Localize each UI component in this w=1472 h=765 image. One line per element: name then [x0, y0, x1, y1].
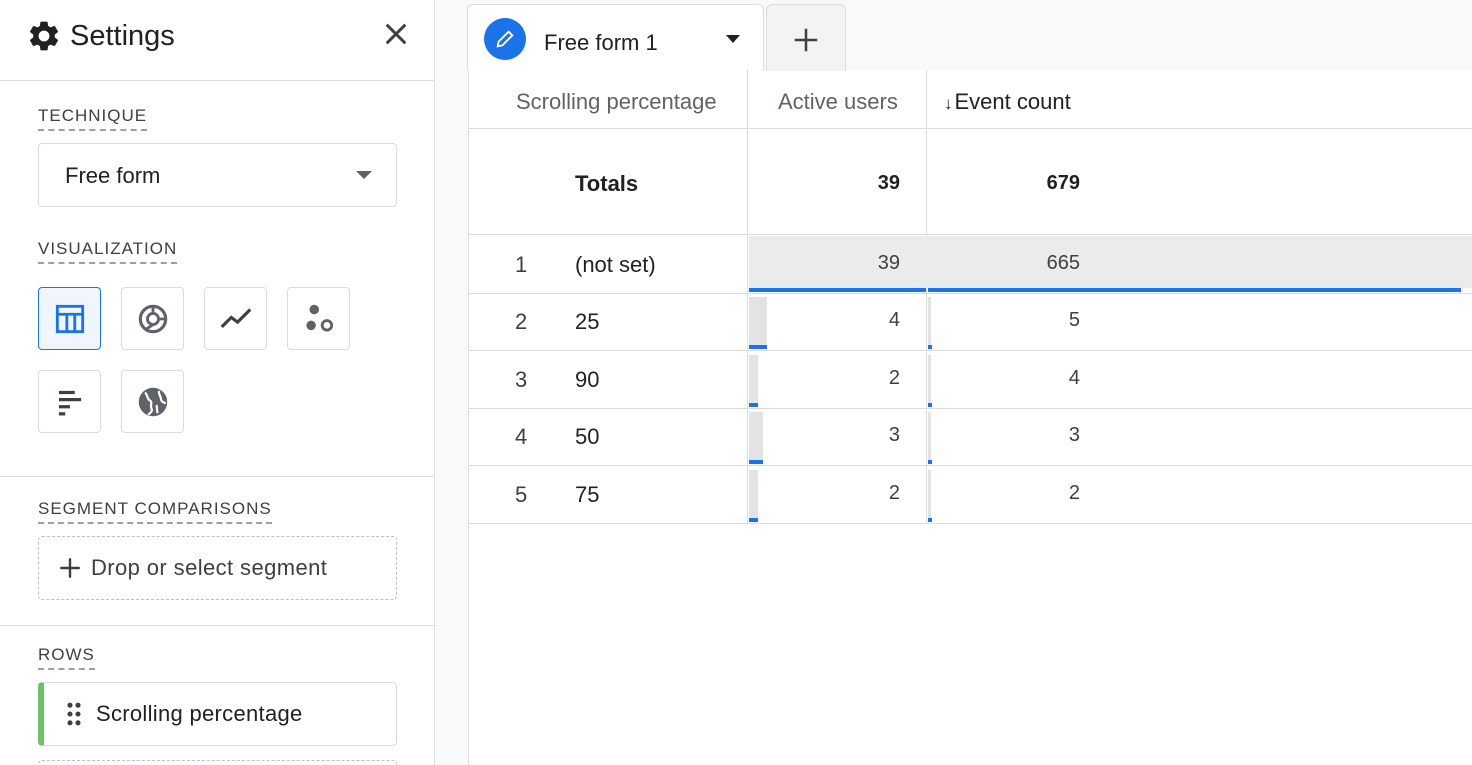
- divider: [0, 476, 434, 477]
- viz-donut-button[interactable]: [121, 287, 184, 350]
- tab-free-form-1[interactable]: Free form 1: [467, 4, 764, 71]
- technique-label: TECHNIQUE: [38, 106, 148, 131]
- settings-title: Settings: [70, 20, 175, 52]
- row-index: 5: [515, 482, 528, 507]
- row-event-count: 5: [1068, 309, 1080, 331]
- plus-icon: [60, 558, 80, 578]
- viz-bar-button[interactable]: [38, 370, 101, 433]
- share-bar-track: [928, 297, 931, 348]
- row-event-count: 4: [1068, 367, 1080, 389]
- event-count-label: Event count: [954, 89, 1071, 114]
- row-dimension-value: 50: [575, 424, 600, 449]
- divider: [0, 625, 434, 626]
- event-count-share-bar: [928, 403, 932, 407]
- plus-icon: [794, 28, 818, 52]
- rows-label: ROWS: [38, 645, 95, 670]
- bar-chart-icon: [58, 390, 81, 415]
- totals-active-users: 39: [877, 172, 900, 194]
- row-active-users: 4: [888, 309, 900, 331]
- share-bar-track: [749, 412, 763, 463]
- row-index: 3: [515, 367, 528, 392]
- event-count-share-bar: [928, 518, 932, 522]
- active-users-share-bar: [749, 288, 926, 292]
- share-bar-track: [928, 355, 931, 406]
- column-header-active-users[interactable]: Active users: [778, 70, 898, 128]
- chevron-down-icon: [356, 171, 372, 179]
- sort-arrow-icon: ↓: [944, 94, 953, 113]
- table-icon: [55, 304, 84, 333]
- event-count-share-bar: [928, 345, 932, 349]
- settings-panel: Settings TECHNIQUE Free form VISUALIZATI…: [0, 0, 435, 765]
- segment-comparisons-label: SEGMENT COMPARISONS: [38, 499, 272, 524]
- row-index: 4: [515, 424, 528, 449]
- totals-label: Totals: [575, 171, 639, 196]
- row-event-count: 665: [1046, 252, 1080, 274]
- share-bar-track: [928, 412, 931, 463]
- active-users-share-bar: [749, 403, 759, 407]
- globe-icon: [138, 387, 167, 416]
- totals-event-count: 679: [1046, 172, 1080, 194]
- column-header-event-count[interactable]: ↓Event count: [944, 70, 1071, 128]
- technique-dropdown[interactable]: Free form: [38, 143, 397, 207]
- add-tab-button[interactable]: [766, 4, 846, 71]
- row-index: 1: [515, 252, 528, 277]
- tab-badge: [484, 18, 526, 60]
- row-dimension-value: 75: [575, 482, 600, 507]
- row-divider: [468, 234, 1472, 235]
- row-active-users: 3: [888, 424, 900, 446]
- column-header-dimension[interactable]: Scrolling percentage: [516, 70, 717, 128]
- row-event-count: 3: [1068, 424, 1080, 446]
- row-index: 2: [515, 309, 528, 334]
- active-users-share-bar: [749, 518, 759, 522]
- row-dimension-value: (not set): [575, 252, 656, 277]
- close-icon[interactable]: [380, 18, 412, 50]
- viz-scatter-button[interactable]: [287, 287, 350, 350]
- share-bar-track: [749, 297, 768, 348]
- segment-drop-text: Drop or select segment: [91, 555, 328, 580]
- row-chip-scrolling-percentage[interactable]: Scrolling percentage: [38, 682, 397, 746]
- chevron-down-icon[interactable]: [726, 35, 740, 43]
- technique-value: Free form: [65, 163, 161, 188]
- line-chart-icon: [220, 307, 251, 328]
- segment-drop-zone[interactable]: Drop or select segment: [38, 536, 397, 600]
- event-count-share-bar: [928, 288, 1461, 292]
- row-dimension-value: 25: [575, 309, 600, 334]
- row-active-users: 39: [877, 252, 900, 274]
- scatter-plot-icon: [305, 304, 333, 332]
- gear-icon: [29, 21, 59, 51]
- viz-line-button[interactable]: [204, 287, 267, 350]
- row-drop-zone[interactable]: [38, 760, 397, 765]
- active-users-share-bar: [749, 460, 763, 464]
- tab-label: Free form 1: [544, 30, 658, 55]
- drag-handle-icon[interactable]: [66, 701, 82, 727]
- row-chip-label: Scrolling percentage: [96, 701, 303, 726]
- settings-header: Settings: [0, 0, 434, 81]
- row-active-users: 2: [888, 367, 900, 389]
- viz-geo-button[interactable]: [121, 370, 184, 433]
- viz-table-button[interactable]: [38, 287, 101, 350]
- share-bar-track: [928, 470, 931, 521]
- row-active-users: 2: [888, 482, 900, 504]
- row-divider: [468, 523, 1472, 524]
- donut-chart-icon: [138, 304, 167, 333]
- visualization-label: VISUALIZATION: [38, 239, 178, 264]
- row-event-count: 2: [1068, 482, 1080, 504]
- row-dimension-value: 90: [575, 367, 600, 392]
- active-users-share-bar: [749, 345, 768, 349]
- share-bar-track: [749, 355, 759, 406]
- share-bar-track: [749, 470, 759, 521]
- pencil-icon: [496, 30, 514, 48]
- event-count-share-bar: [928, 460, 932, 464]
- row-divider: [468, 128, 1472, 129]
